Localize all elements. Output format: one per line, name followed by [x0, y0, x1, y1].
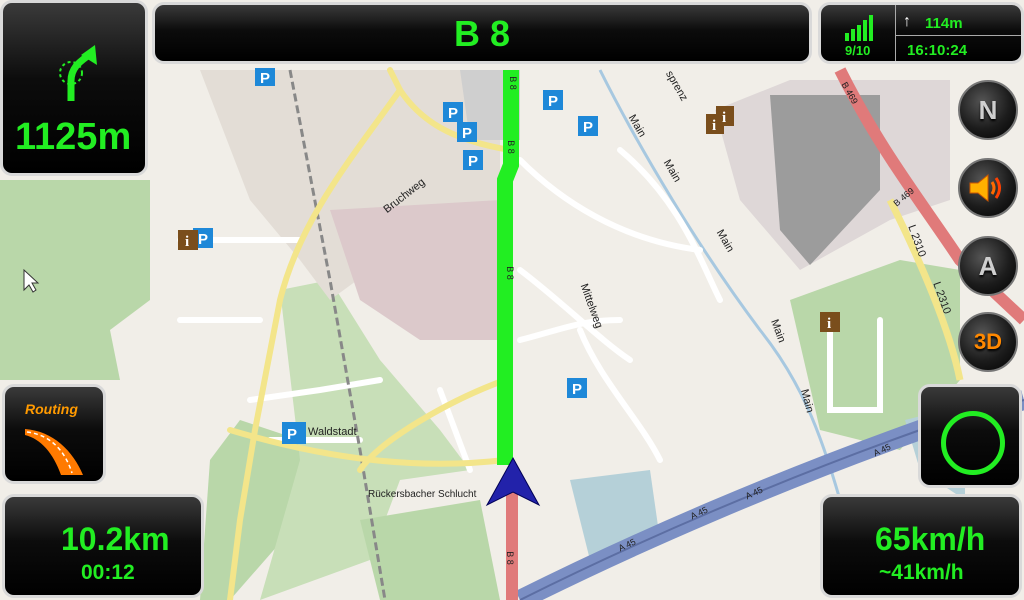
svg-text:P: P	[260, 70, 270, 87]
view-3d-button[interactable]: 3D	[958, 312, 1018, 372]
svg-text:i: i	[827, 316, 831, 332]
parking-icon: P	[457, 122, 477, 142]
routing-button[interactable]: Routing	[2, 384, 106, 484]
map-label-b8: B 8	[507, 76, 518, 90]
autozoom-label: A	[978, 250, 998, 281]
north-up-button[interactable]: N	[958, 80, 1018, 140]
svg-text:P: P	[572, 381, 582, 398]
view-3d-label: 3D	[973, 329, 1003, 354]
maneuver-panel[interactable]: 1125m	[0, 0, 148, 176]
map-label-b8: B 8	[504, 551, 515, 565]
clock-time: 16:10:24	[907, 42, 968, 59]
map-label-schlucht: Rückersbacher Schlucht	[368, 489, 477, 500]
straight-arrow-icon: ↑	[903, 13, 911, 30]
info-icon: i	[820, 312, 840, 332]
road-icon	[25, 429, 83, 475]
svg-text:P: P	[462, 125, 472, 142]
parking-icon: P	[578, 116, 598, 136]
svg-text:P: P	[198, 231, 208, 248]
speed-panel[interactable]: 65km/h ~41km/h	[820, 494, 1022, 598]
next-turn-distance: 114m	[925, 15, 963, 32]
status-divider	[895, 35, 1021, 36]
street-name-panel[interactable]: B 8	[152, 2, 812, 64]
parking-icon: P	[282, 422, 306, 444]
svg-text:P: P	[583, 119, 593, 136]
autozoom-button[interactable]: A	[958, 236, 1018, 296]
turn-right-arrow-icon	[59, 45, 97, 101]
routing-label: Routing	[25, 401, 78, 417]
gps-signal-icon	[845, 15, 873, 41]
svg-text:P: P	[548, 93, 558, 110]
svg-text:P: P	[287, 426, 297, 443]
maneuver-distance: 1125m	[15, 116, 132, 158]
status-circle-button[interactable]	[918, 384, 1022, 488]
map-label-waldstadt: Waldstadt	[308, 426, 357, 438]
svg-text:i: i	[185, 234, 189, 250]
volume-button[interactable]	[958, 158, 1018, 218]
svg-text:i: i	[712, 118, 716, 134]
status-divider	[895, 5, 896, 61]
parking-icon: P	[255, 68, 275, 87]
speaker-icon	[969, 173, 1001, 203]
ring-icon	[941, 411, 1005, 475]
parking-icon: P	[443, 102, 463, 122]
svg-text:P: P	[468, 153, 478, 170]
north-up-label: N	[978, 94, 998, 125]
parking-icon: P	[567, 378, 587, 398]
info-icon: i	[716, 106, 734, 126]
svg-text:i: i	[722, 110, 726, 126]
current-speed: 65km/h	[875, 521, 986, 557]
street-name: B 8	[453, 13, 511, 54]
parking-icon: P	[543, 90, 563, 110]
map-label-b8: B 8	[504, 266, 515, 280]
status-panel[interactable]: 9/10 ↑ 114m 16:10:24	[818, 2, 1024, 64]
remaining-time: 00:12	[81, 561, 135, 584]
trip-info-panel[interactable]: 10.2km 00:12	[2, 494, 204, 598]
average-speed: ~41km/h	[879, 561, 964, 584]
svg-text:P: P	[448, 105, 458, 122]
remaining-distance: 10.2km	[61, 521, 170, 557]
info-icon: i	[178, 230, 198, 250]
parking-icon: P	[463, 150, 483, 170]
gps-satellite-count: 9/10	[845, 43, 871, 58]
map-label-b8: B 8	[505, 140, 516, 154]
